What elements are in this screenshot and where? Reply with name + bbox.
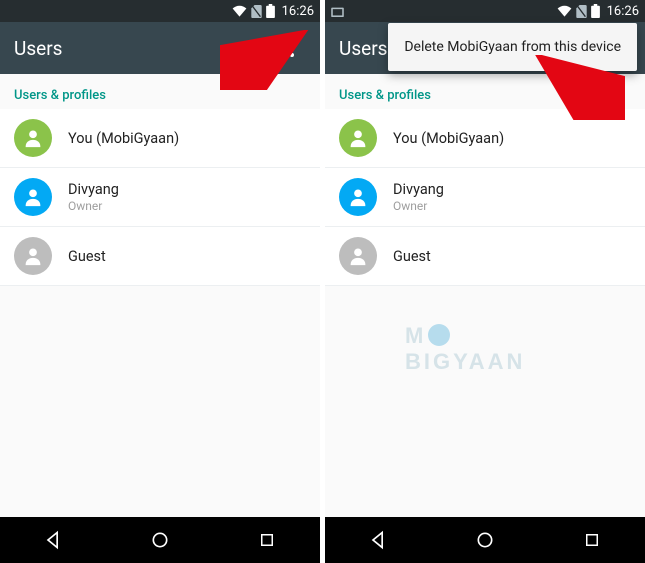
user-name: Guest <box>393 248 431 265</box>
avatar-icon <box>14 119 52 157</box>
screen-left: 16:26 Users Users & profiles You (MobiGy… <box>0 0 320 563</box>
user-subtitle: Owner <box>393 199 444 213</box>
avatar-icon <box>14 178 52 216</box>
battery-icon <box>591 4 600 18</box>
user-row[interactable]: Divyang Owner <box>325 168 645 227</box>
wifi-icon <box>232 5 247 17</box>
nav-home-button[interactable] <box>455 530 515 550</box>
screen-right: 16:26 Users Users & profiles You (MobiGy… <box>325 0 645 563</box>
user-text: Divyang Owner <box>68 181 119 213</box>
user-text: Divyang Owner <box>393 181 444 213</box>
user-row[interactable]: Guest <box>0 227 320 286</box>
status-clock: 16:26 <box>607 4 639 19</box>
user-name: Divyang <box>393 181 444 198</box>
page-title: Users <box>339 37 387 60</box>
battery-icon <box>266 4 275 18</box>
user-row[interactable]: Divyang Owner <box>0 168 320 227</box>
section-header: Users & profiles <box>325 74 645 109</box>
nav-recent-button[interactable] <box>237 531 297 549</box>
nav-home-button[interactable] <box>130 530 190 550</box>
screenshot-icon <box>331 6 344 17</box>
user-text: Guest <box>393 248 431 265</box>
avatar-icon <box>339 178 377 216</box>
user-name: You (MobiGyaan) <box>68 130 179 147</box>
user-name: Guest <box>68 248 106 265</box>
user-name: You (MobiGyaan) <box>393 130 504 147</box>
action-bar: Users <box>0 22 320 74</box>
avatar-icon <box>14 237 52 275</box>
status-bar: 16:26 <box>325 0 645 22</box>
section-header: Users & profiles <box>0 74 320 109</box>
user-text: You (MobiGyaan) <box>68 130 179 147</box>
no-sim-icon <box>251 5 262 18</box>
wifi-icon <box>557 5 572 17</box>
avatar-icon <box>339 237 377 275</box>
user-text: You (MobiGyaan) <box>393 130 504 147</box>
status-clock: 16:26 <box>282 4 314 19</box>
nav-bar <box>0 517 320 563</box>
overflow-menu-button[interactable] <box>278 30 306 66</box>
overflow-popup-menu: Delete MobiGyaan from this device <box>388 23 637 71</box>
user-name: Divyang <box>68 181 119 198</box>
nav-back-button[interactable] <box>23 530 83 550</box>
no-sim-icon <box>576 5 587 18</box>
page-title: Users <box>14 37 62 60</box>
nav-back-button[interactable] <box>348 530 408 550</box>
nav-bar <box>325 517 645 563</box>
user-row[interactable]: You (MobiGyaan) <box>325 109 645 168</box>
menu-item-delete-user[interactable]: Delete MobiGyaan from this device <box>388 27 637 67</box>
status-bar: 16:26 <box>0 0 320 22</box>
avatar-icon <box>339 119 377 157</box>
content-area: Users & profiles You (MobiGyaan) Divyang… <box>325 74 645 517</box>
content-area: Users & profiles You (MobiGyaan) Divyang… <box>0 74 320 517</box>
nav-recent-button[interactable] <box>562 531 622 549</box>
user-text: Guest <box>68 248 106 265</box>
user-row[interactable]: You (MobiGyaan) <box>0 109 320 168</box>
user-subtitle: Owner <box>68 199 119 213</box>
user-row[interactable]: Guest <box>325 227 645 286</box>
